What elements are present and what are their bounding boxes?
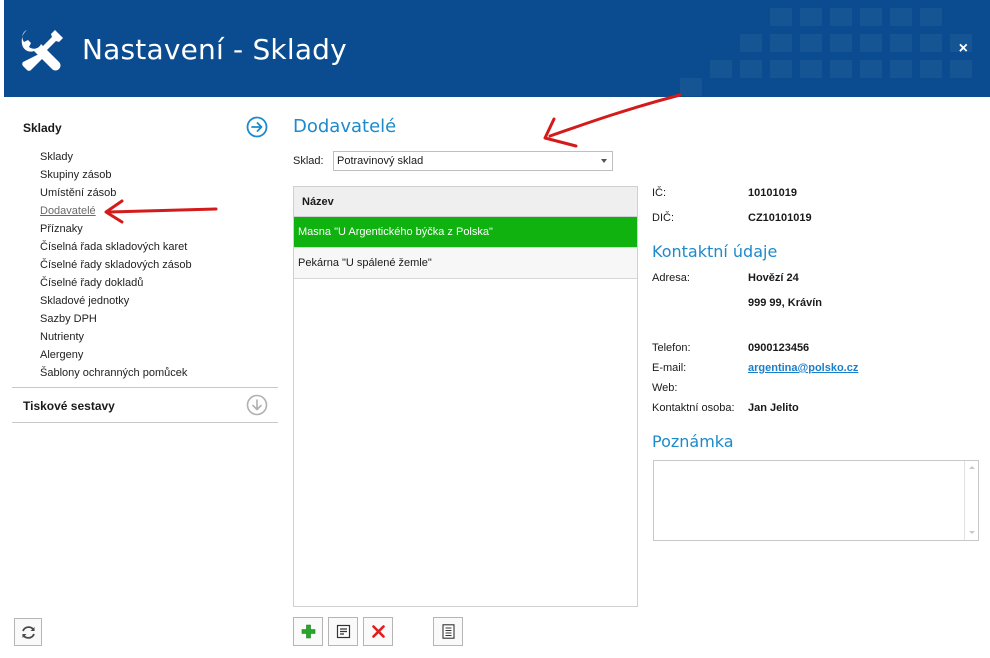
- telefon-value: 0900123456: [748, 342, 810, 354]
- dic-label: DIČ:: [652, 212, 674, 224]
- note-title: Poznámka: [652, 432, 734, 451]
- edit-button[interactable]: [328, 617, 358, 646]
- report-button[interactable]: [433, 617, 463, 646]
- sidebar-item-alergeny[interactable]: Alergeny: [40, 346, 278, 364]
- arrow-right-circle-icon[interactable]: [246, 116, 268, 138]
- sidebar-section-label: Tiskové sestavy: [23, 399, 115, 413]
- sklad-select[interactable]: Potravinový sklad: [333, 151, 613, 171]
- add-button[interactable]: [293, 617, 323, 646]
- sidebar-divider: [12, 422, 278, 423]
- adresa-line2: 999 99, Krávín: [748, 297, 822, 309]
- sklad-label: Sklad:: [293, 155, 324, 167]
- sidebar-item-umisteni-zasob[interactable]: Umístění zásob: [40, 184, 278, 202]
- email-label: E-mail:: [652, 362, 687, 374]
- sidebar-item-priznaky[interactable]: Příznaky: [40, 220, 278, 238]
- close-icon[interactable]: ×: [959, 40, 968, 58]
- sidebar-section-tiskove-sestavy[interactable]: Tiskové sestavy: [12, 388, 278, 422]
- chevron-up-icon: [969, 466, 975, 469]
- note-scrollbar[interactable]: [964, 461, 978, 540]
- chevron-down-icon: [969, 531, 975, 534]
- sidebar-item-skupiny-zasob[interactable]: Skupiny zásob: [40, 166, 278, 184]
- window-title: Nastavení - Sklady: [82, 33, 347, 66]
- delete-button[interactable]: [363, 617, 393, 646]
- document-icon: [442, 624, 455, 639]
- sidebar-item-sablony-pomucek[interactable]: Šablony ochranných pomůcek: [40, 364, 278, 382]
- email-link[interactable]: argentina@polsko.cz: [748, 362, 858, 374]
- wrench-screwdriver-icon: [21, 30, 63, 71]
- osoba-value: Jan Jelito: [748, 402, 799, 414]
- telefon-label: Telefon:: [652, 342, 691, 354]
- sidebar-list: Sklady Skupiny zásob Umístění zásob Doda…: [12, 146, 278, 382]
- sklad-select-value: Potravinový sklad: [337, 155, 424, 167]
- ic-label: IČ:: [652, 187, 667, 199]
- chevron-down-icon: [601, 159, 607, 163]
- sidebar-item-ciselne-rady-zasob[interactable]: Číselné řady skladových zásob: [40, 256, 278, 274]
- contacts-title: Kontaktní údaje: [652, 242, 778, 261]
- sidebar-item-ciselne-rady-dokladu[interactable]: Číselné řady dokladů: [40, 274, 278, 292]
- window-header: Nastavení - Sklady ×: [4, 0, 990, 97]
- note-textarea[interactable]: [653, 460, 979, 541]
- sidebar-item-nutrienty[interactable]: Nutrienty: [40, 328, 278, 346]
- table-row[interactable]: Pekárna "U spálené žemle": [294, 248, 637, 279]
- arrow-down-circle-icon[interactable]: [246, 394, 268, 416]
- column-header-nazev[interactable]: Název: [294, 187, 637, 217]
- sidebar-item-sklady[interactable]: Sklady: [40, 148, 278, 166]
- sidebar-item-skladove-jednotky[interactable]: Skladové jednotky: [40, 292, 278, 310]
- delete-icon: [372, 625, 385, 638]
- sidebar-item-ciselna-rada-karet[interactable]: Číselná řada skladových karet: [40, 238, 278, 256]
- edit-icon: [336, 624, 351, 639]
- ic-value: 10101019: [748, 187, 797, 199]
- table-row[interactable]: Masna "U Argentického býčka z Polska": [294, 217, 637, 248]
- sidebar: Sklady Sklady Skupiny zásob Umístění zás…: [12, 110, 278, 423]
- sidebar-item-sazby-dph[interactable]: Sazby DPH: [40, 310, 278, 328]
- supplier-list: Název Masna "U Argentického býčka z Pols…: [293, 186, 638, 607]
- sidebar-section-sklady[interactable]: Sklady: [12, 110, 278, 146]
- sidebar-item-dodavatele[interactable]: Dodavatelé: [40, 202, 278, 220]
- page-title: Dodavatelé: [293, 116, 397, 137]
- adresa-label: Adresa:: [652, 272, 690, 284]
- web-label: Web:: [652, 382, 678, 394]
- dic-value: CZ10101019: [748, 212, 812, 224]
- adresa-line1: Hovězí 24: [748, 272, 799, 284]
- refresh-icon: [22, 626, 35, 639]
- refresh-button[interactable]: [14, 618, 42, 646]
- plus-icon: [301, 624, 316, 639]
- sidebar-section-label: Sklady: [23, 121, 62, 135]
- header-pattern: [680, 8, 972, 96]
- osoba-label: Kontaktní osoba:: [652, 402, 735, 414]
